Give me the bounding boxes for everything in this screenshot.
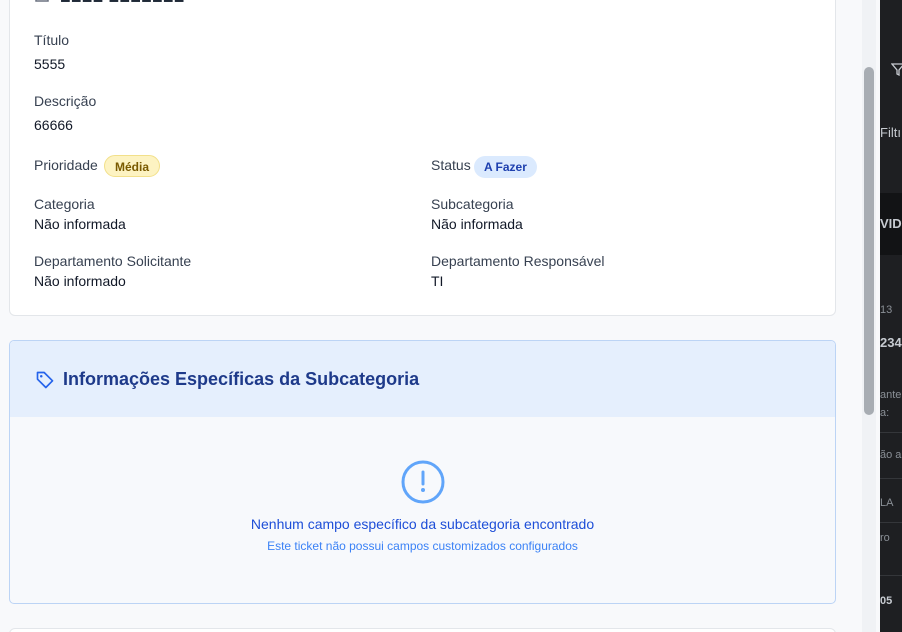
priority-label: Prioridade xyxy=(34,157,98,173)
responsible-dept-label: Departamento Responsável xyxy=(431,253,605,269)
modal-scrollbar-thumb[interactable] xyxy=(864,67,874,415)
title-value: 5555 xyxy=(34,56,66,72)
background-page: Filtı VID 13 234 ante a: ão a LA ro 05 xyxy=(880,0,902,632)
status-label: Status xyxy=(431,157,471,173)
next-section-card xyxy=(9,628,836,632)
bg-text-a: ante xyxy=(880,389,902,401)
status-badge: A Fazer xyxy=(474,156,537,178)
subcategory-info-title: Informações Específicas da Subcategoria xyxy=(63,369,420,389)
bg-divider xyxy=(880,575,902,576)
category-label: Categoria xyxy=(34,196,95,212)
requesting-dept-value: Não informado xyxy=(34,273,126,289)
bg-text-b: a: xyxy=(880,407,890,419)
requesting-dept-label: Departamento Solicitante xyxy=(34,253,192,269)
empty-state-title: Nenhum campo específico da subcategoria … xyxy=(250,516,595,532)
empty-state-subtitle: Este ticket não possui campos customizad… xyxy=(267,539,578,553)
bg-number-a: 13 xyxy=(880,304,893,316)
bg-text-e: ro xyxy=(880,532,890,544)
filter-icon xyxy=(891,63,902,76)
document-icon xyxy=(35,0,49,2)
bg-number-b: 234 xyxy=(880,335,902,350)
bg-table-header: VID xyxy=(880,193,902,255)
ticket-details-modal: ■■■■ ■■■■■■■ Título 5555 Descrição 66666… xyxy=(0,0,880,632)
title-label: Título xyxy=(34,32,70,48)
priority-badge: Média xyxy=(104,155,161,177)
bg-text-d: LA xyxy=(880,497,894,509)
tag-icon xyxy=(36,371,54,389)
description-value: 66666 xyxy=(34,117,73,133)
subcategory-label: Subcategoria xyxy=(431,196,514,212)
bg-number-c: 05 xyxy=(880,595,893,607)
category-value: Não informada xyxy=(34,216,126,232)
bg-divider xyxy=(880,432,902,433)
bg-filter-label: Filtı xyxy=(880,125,901,140)
alert-circle-icon xyxy=(401,460,445,504)
bg-divider xyxy=(880,478,902,479)
description-label: Descrição xyxy=(34,93,97,109)
subcategory-value: Não informada xyxy=(431,216,523,232)
card-header-title: ■■■■ ■■■■■■■ xyxy=(60,0,185,8)
bg-header-text: VID xyxy=(880,216,902,231)
responsible-dept-value: TI xyxy=(431,273,444,289)
subcategory-info-card: Informações Específicas da Subcategoria … xyxy=(9,340,836,604)
bg-divider xyxy=(880,522,902,523)
bg-text-c: ão a xyxy=(880,449,902,461)
subcategory-info-header: Informações Específicas da Subcategoria xyxy=(10,341,835,417)
ticket-details-card: ■■■■ ■■■■■■■ Título 5555 Descrição 66666… xyxy=(9,0,836,316)
